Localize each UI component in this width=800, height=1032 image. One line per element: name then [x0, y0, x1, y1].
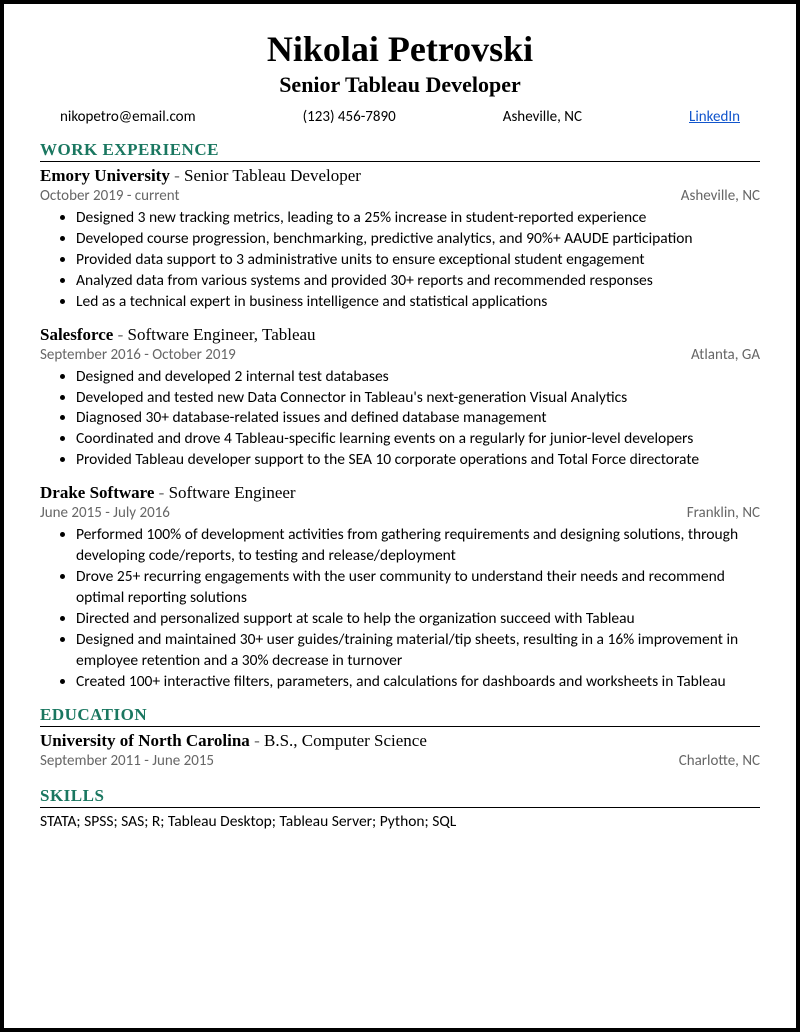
- linkedin-link[interactable]: LinkedIn: [689, 108, 740, 126]
- skills-list: STATA; SPSS; SAS; R; Tableau Desktop; Ta…: [40, 812, 760, 831]
- bullet: Drove 25+ recurring engagements with the…: [76, 567, 760, 609]
- job-role: Software Engineer, Tableau: [128, 325, 316, 344]
- bullet: Created 100+ interactive filters, parame…: [76, 672, 760, 693]
- job-meta: October 2019 - current Asheville, NC: [40, 187, 760, 205]
- contact-phone: (123) 456-7890: [303, 108, 396, 126]
- contact-email: nikopetro@email.com: [60, 108, 196, 126]
- bullet: Coordinated and drove 4 Tableau-specific…: [76, 429, 760, 450]
- bullet: Designed and developed 2 internal test d…: [76, 367, 760, 388]
- education-location: Charlotte, NC: [679, 752, 760, 770]
- job-meta: September 2016 - October 2019 Atlanta, G…: [40, 346, 760, 364]
- job-dates: October 2019 - current: [40, 187, 180, 205]
- job-location: Atlanta, GA: [691, 346, 760, 364]
- job-header: Salesforce - Software Engineer, Tableau: [40, 325, 760, 345]
- education-dates: September 2011 - June 2015: [40, 752, 214, 770]
- job-header: Emory University - Senior Tableau Develo…: [40, 166, 760, 186]
- job-bullets: Designed 3 new tracking metrics, leading…: [76, 208, 760, 313]
- degree: B.S., Computer Science: [264, 731, 427, 750]
- education-header: University of North Carolina - B.S., Com…: [40, 731, 760, 751]
- section-education: EDUCATION: [40, 705, 760, 727]
- job-role: Software Engineer: [169, 483, 296, 502]
- bullet: Developed course progression, benchmarki…: [76, 229, 760, 250]
- company-name: Drake Software: [40, 483, 154, 502]
- job-dates: June 2015 - July 2016: [40, 504, 170, 522]
- company-name: Salesforce: [40, 325, 113, 344]
- bullet: Led as a technical expert in business in…: [76, 292, 760, 313]
- job-location: Asheville, NC: [681, 187, 760, 205]
- bullet: Provided data support to 3 administrativ…: [76, 250, 760, 271]
- bullet: Diagnosed 30+ database-related issues an…: [76, 408, 760, 429]
- bullet: Designed and maintained 30+ user guides/…: [76, 630, 760, 672]
- contact-location: Asheville, NC: [503, 108, 582, 126]
- job-meta: June 2015 - July 2016 Franklin, NC: [40, 504, 760, 522]
- job-role: Senior Tableau Developer: [184, 166, 361, 185]
- job-bullets: Designed and developed 2 internal test d…: [76, 367, 760, 472]
- bullet: Developed and tested new Data Connector …: [76, 388, 760, 409]
- job-bullets: Performed 100% of development activities…: [76, 525, 760, 692]
- bullet: Provided Tableau developer support to th…: [76, 450, 760, 471]
- contact-row: nikopetro@email.com (123) 456-7890 Ashev…: [40, 108, 760, 140]
- person-title: Senior Tableau Developer: [40, 72, 760, 98]
- school-name: University of North Carolina: [40, 731, 250, 750]
- person-name: Nikolai Petrovski: [40, 28, 760, 70]
- bullet: Performed 100% of development activities…: [76, 525, 760, 567]
- section-skills: SKILLS: [40, 786, 760, 808]
- job-header: Drake Software - Software Engineer: [40, 483, 760, 503]
- job-location: Franklin, NC: [687, 504, 760, 522]
- bullet: Designed 3 new tracking metrics, leading…: [76, 208, 760, 229]
- company-name: Emory University: [40, 166, 170, 185]
- job-dates: September 2016 - October 2019: [40, 346, 236, 364]
- section-work-experience: WORK EXPERIENCE: [40, 140, 760, 162]
- bullet: Analyzed data from various systems and p…: [76, 271, 760, 292]
- education-meta: September 2011 - June 2015 Charlotte, NC: [40, 752, 760, 770]
- bullet: Directed and personalized support at sca…: [76, 609, 760, 630]
